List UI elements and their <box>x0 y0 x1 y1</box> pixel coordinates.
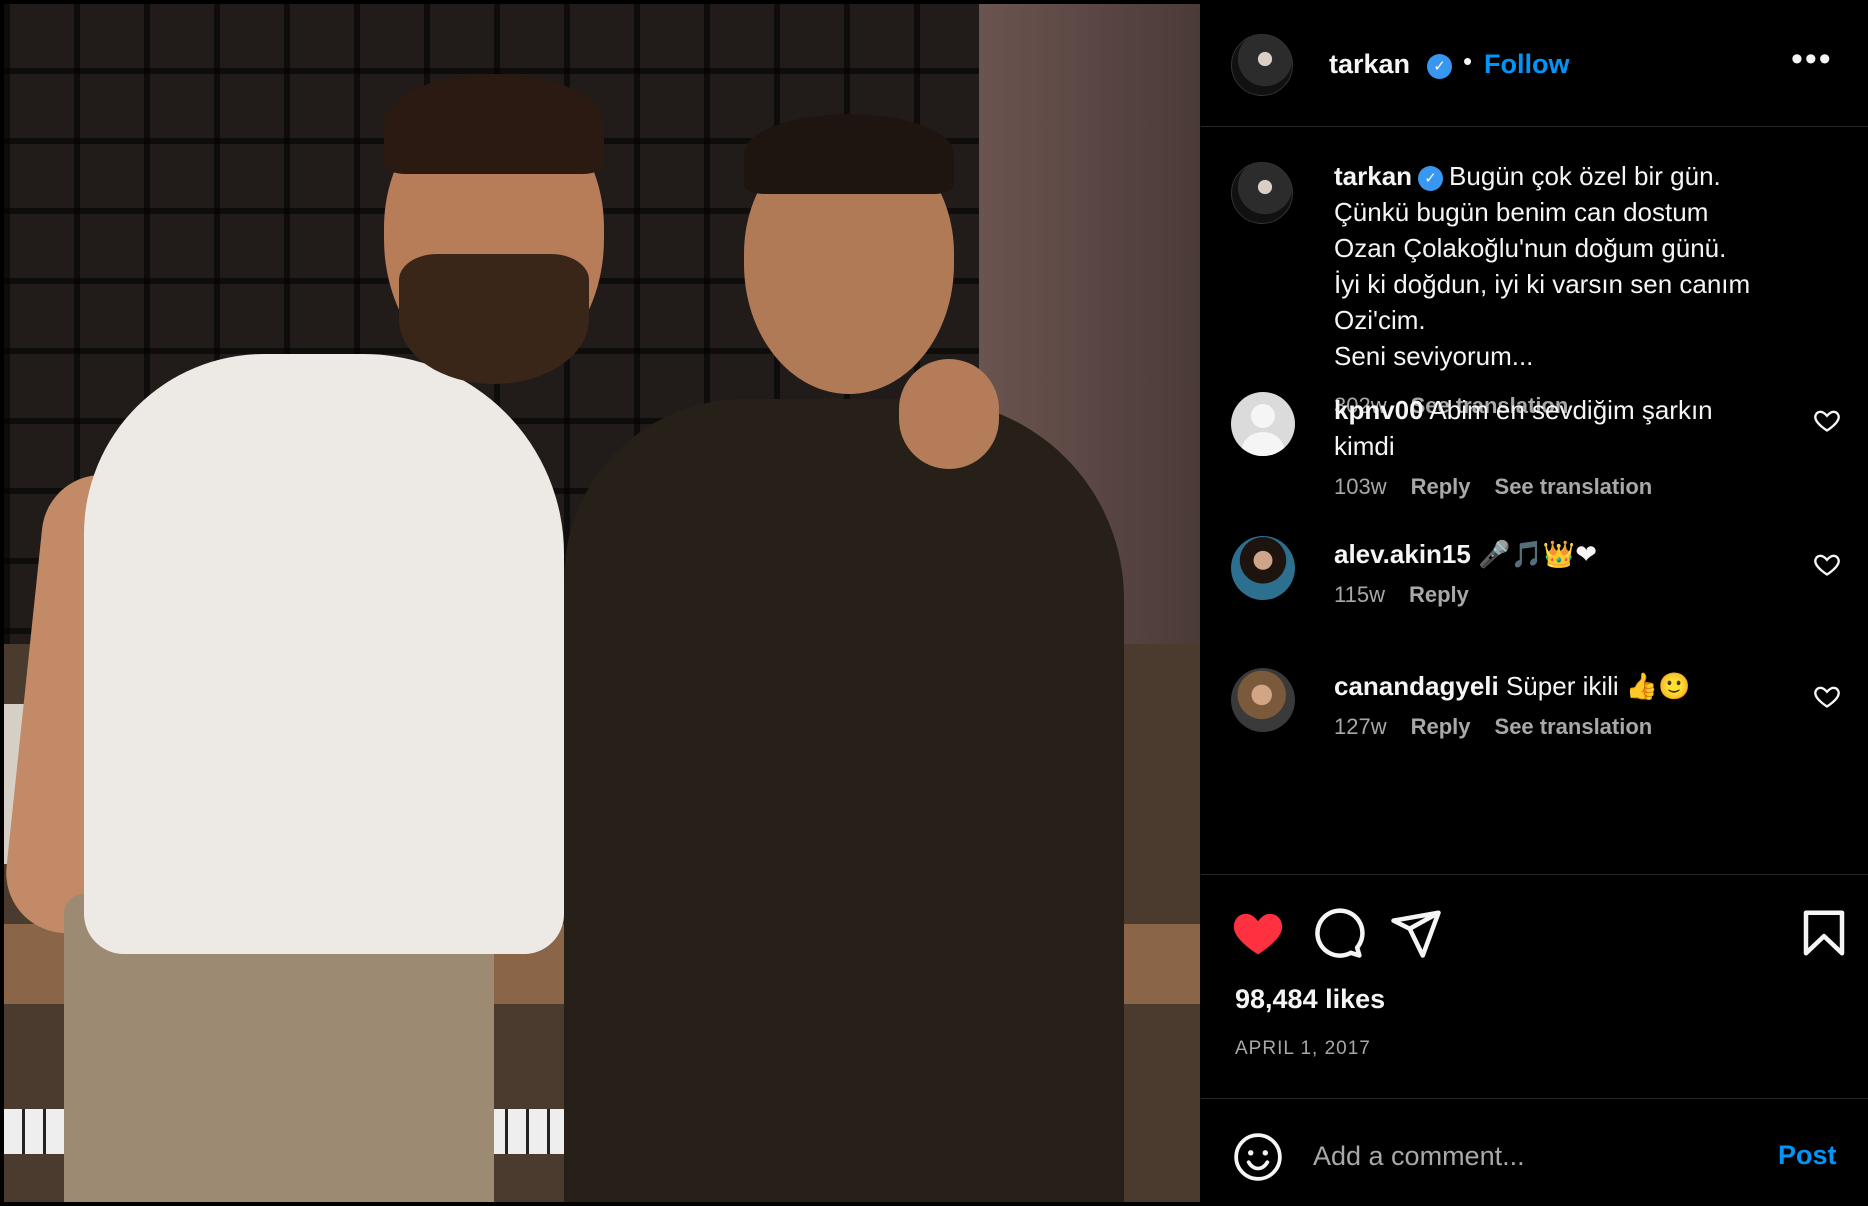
comment-username[interactable]: alev.akin15 <box>1334 539 1471 569</box>
add-comment-bar: Post <box>1201 1102 1868 1206</box>
caption-line: Ozi'cim. <box>1334 305 1426 335</box>
hand-on-shoulder <box>899 359 999 469</box>
comment-like-heart-icon[interactable] <box>1813 550 1841 578</box>
post-side-panel: tarkan ✓ • Follow ••• tarkan ✓ Bugün çok ö… <box>1201 4 1868 1206</box>
comment-time: 115w <box>1334 582 1385 607</box>
comment-username[interactable]: kpnv00 <box>1334 395 1424 425</box>
post-photo[interactable] <box>4 4 1200 1202</box>
post-window: tarkan ✓ • Follow ••• tarkan ✓ Bugün çok ö… <box>0 0 1868 1206</box>
likes-count[interactable]: 98,484 likes <box>1235 984 1385 1015</box>
commenter-avatar[interactable] <box>1231 668 1295 732</box>
person-right-shirt <box>564 399 1124 1202</box>
person-left-beard <box>399 254 589 384</box>
action-bar <box>1201 884 1868 958</box>
comment-meta: 127w Reply See translation <box>1334 714 1652 740</box>
person-right-hair <box>744 114 954 194</box>
person-left-hair <box>384 74 604 174</box>
reply-button[interactable]: Reply <box>1411 714 1471 739</box>
comment-text: kpnv00 Abim en sevdiğim şarkın kimdi <box>1334 392 1774 464</box>
reply-button[interactable]: Reply <box>1411 474 1471 499</box>
comment-meta: 115w Reply <box>1334 582 1469 608</box>
caption-line: Ozan Çolakoğlu'nun doğum günü. <box>1334 233 1727 263</box>
caption-username[interactable]: tarkan <box>1334 161 1412 191</box>
comment-meta: 103w Reply See translation <box>1334 474 1652 500</box>
comment-time: 103w <box>1334 474 1387 499</box>
default-avatar-icon[interactable] <box>1231 392 1295 456</box>
post-comment-button[interactable]: Post <box>1778 1140 1837 1171</box>
emoji-icon[interactable] <box>1233 1132 1283 1182</box>
comment-like-heart-icon[interactable] <box>1813 406 1841 434</box>
post-header: tarkan ✓ • Follow ••• <box>1201 4 1868 126</box>
caption-text: tarkan ✓ Bugün çok özel bir gün. Çünkü bug… <box>1334 158 1804 424</box>
commenter-avatar[interactable] <box>1231 536 1295 600</box>
post-date[interactable]: APRIL 1, 2017 <box>1235 1038 1371 1060</box>
comment-text: canandagyeli Süper ikili 👍🙂 <box>1334 668 1774 704</box>
comment-text: alev.akin15 🎤🎵👑❤ <box>1334 536 1774 572</box>
see-translation-button[interactable]: See translation <box>1495 714 1653 739</box>
comment-icon[interactable] <box>1311 906 1365 960</box>
caption-verified-badge-icon: ✓ <box>1418 166 1444 191</box>
actions-divider <box>1201 874 1868 875</box>
comment-body: Süper ikili 👍🙂 <box>1505 671 1691 701</box>
caption-line: Seni seviyorum... <box>1334 341 1534 371</box>
comment-like-heart-icon[interactable] <box>1813 682 1841 710</box>
bookmark-icon[interactable] <box>1797 906 1851 960</box>
reply-button[interactable]: Reply <box>1409 582 1469 607</box>
caption-line: Bugün çok özel bir gün. <box>1449 161 1721 191</box>
comment-username[interactable]: canandagyeli <box>1334 671 1499 701</box>
comment-time: 127w <box>1334 714 1387 739</box>
author-username[interactable]: tarkan <box>1329 49 1410 80</box>
caption-line: Çünkü bugün benim can dostum <box>1334 197 1709 227</box>
person-left-shirt <box>84 354 564 954</box>
follow-button[interactable]: Follow <box>1484 49 1569 80</box>
header-divider <box>1201 126 1868 127</box>
comment-input[interactable] <box>1313 1130 1753 1182</box>
share-icon[interactable] <box>1389 906 1443 960</box>
heart-filled-icon[interactable] <box>1231 906 1285 960</box>
separator-dot: • <box>1463 46 1473 76</box>
see-translation-button[interactable]: See translation <box>1495 474 1653 499</box>
caption-author-avatar[interactable] <box>1231 162 1293 224</box>
caption-line: İyi ki doğdun, iyi ki varsın sen canım <box>1334 269 1751 299</box>
verified-badge-icon: ✓ <box>1427 54 1452 79</box>
comment-body: 🎤🎵👑❤ <box>1478 539 1597 569</box>
comment-box-divider <box>1201 1098 1868 1099</box>
more-options-icon[interactable]: ••• <box>1791 40 1833 79</box>
author-avatar[interactable] <box>1231 34 1293 96</box>
